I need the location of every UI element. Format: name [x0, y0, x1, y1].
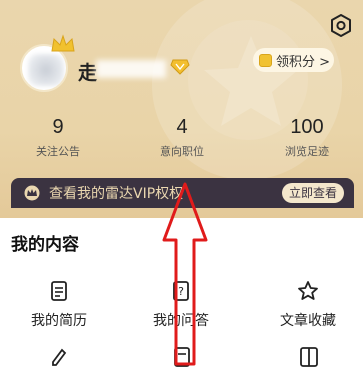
- item-label: 文章收藏: [280, 313, 336, 329]
- stat-value: 9: [52, 116, 64, 138]
- article-favorites-item[interactable]: 文章收藏: [258, 280, 358, 330]
- username-mask: [96, 60, 166, 78]
- earn-points-label: 领积分 >: [276, 54, 331, 70]
- vip-diamond-icon[interactable]: [170, 58, 190, 76]
- stat-label: 意向职位: [160, 145, 204, 158]
- item-label: 我的简历: [31, 313, 87, 329]
- resume-icon: [51, 281, 67, 301]
- stat-intended-jobs[interactable]: 4 意向职位: [137, 116, 227, 159]
- username[interactable]: 走: [78, 58, 98, 85]
- coin-icon: [259, 53, 272, 67]
- stat-follow-notices[interactable]: 9 关注公告: [13, 116, 103, 159]
- edit-pencil-icon[interactable]: [50, 346, 68, 368]
- stat-label: 浏览足迹: [285, 145, 329, 158]
- stat-browse-history[interactable]: 100 浏览足迹: [262, 116, 352, 159]
- settings-gear-icon[interactable]: [327, 12, 355, 40]
- section-title: 我的内容: [11, 235, 79, 255]
- crown-icon: [51, 34, 75, 52]
- view-now-button[interactable]: 立即查看: [282, 183, 344, 203]
- book-icon[interactable]: [299, 346, 319, 368]
- stat-value: 100: [290, 116, 324, 138]
- vip-crown-icon: [24, 185, 40, 201]
- stat-label: 关注公告: [36, 145, 80, 158]
- star-icon: [298, 281, 318, 300]
- earn-points-button[interactable]: 领积分 >: [253, 48, 334, 72]
- stat-value: 4: [176, 116, 188, 138]
- red-up-arrow-annotation: [162, 182, 208, 366]
- my-resume-item[interactable]: 我的简历: [9, 280, 109, 330]
- avatar-image: [28, 54, 64, 86]
